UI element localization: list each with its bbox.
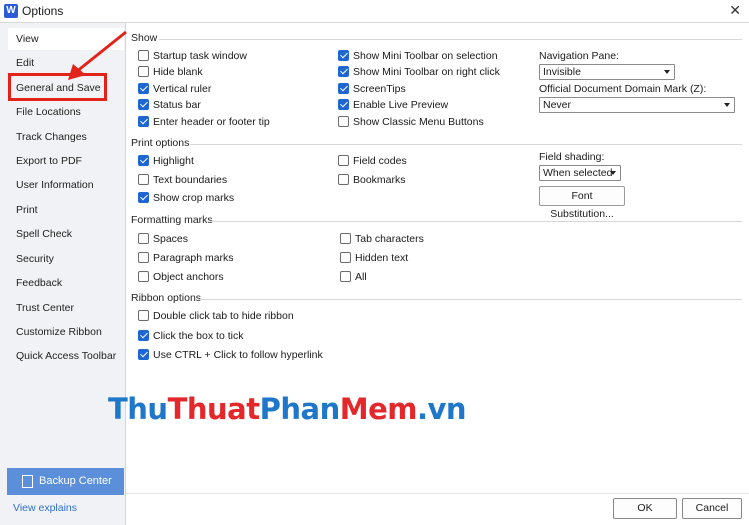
checkbox-box[interactable] — [338, 174, 349, 185]
checkbox-label: Paragraph marks — [153, 252, 234, 264]
checkbox-box[interactable] — [138, 99, 149, 110]
checkbox-label: Enter header or footer tip — [153, 116, 270, 128]
sidebar-item-export-to-pdf[interactable]: Export to PDF — [8, 150, 124, 172]
checkbox-box[interactable] — [338, 155, 349, 166]
checkbox-box[interactable] — [138, 310, 149, 321]
field-shading-select[interactable]: When selected — [539, 165, 621, 181]
word-app-icon: W — [4, 4, 18, 18]
checkbox-label: Enable Live Preview — [353, 99, 449, 111]
ok-button[interactable]: OK — [613, 498, 677, 519]
sidebar-item-file-locations[interactable]: File Locations — [8, 101, 124, 123]
backup-center-button[interactable]: Backup Center — [7, 468, 124, 495]
checkbox-box[interactable] — [338, 116, 349, 127]
sidebar-item-customize-ribbon[interactable]: Customize Ribbon — [8, 321, 124, 343]
checkbox-label: Vertical ruler — [153, 83, 212, 95]
checkbox-box[interactable] — [338, 50, 349, 61]
checkbox-box[interactable] — [138, 83, 149, 94]
section-divider — [198, 299, 742, 300]
checkbox-label: Startup task window — [153, 50, 247, 62]
navigation-pane-label: Navigation Pane: — [539, 50, 619, 62]
field-shading-label: Field shading: — [539, 151, 605, 163]
sidebar-item-user-information[interactable]: User Information — [8, 174, 124, 196]
window-title: Options — [22, 4, 64, 18]
chevron-down-icon — [664, 70, 670, 74]
checkbox-label: Highlight — [153, 155, 194, 167]
checkbox-label: Use CTRL + Click to follow hyperlink — [153, 349, 323, 361]
select-value: Invisible — [543, 66, 581, 78]
navigation-pane-select[interactable]: Invisible — [539, 64, 675, 80]
checkbox-box[interactable] — [138, 233, 149, 244]
cancel-button[interactable]: Cancel — [682, 498, 742, 519]
checkbox-box[interactable] — [138, 192, 149, 203]
title-bar: W Options ✕ — [0, 0, 749, 23]
sidebar-item-print[interactable]: Print — [8, 199, 124, 221]
chevron-down-icon — [610, 171, 616, 175]
checkbox-box[interactable] — [138, 174, 149, 185]
checkbox-label: Show Mini Toolbar on right click — [353, 66, 500, 78]
backup-icon — [22, 475, 33, 488]
select-value: When selected — [543, 167, 613, 179]
checkbox-box[interactable] — [338, 99, 349, 110]
checkbox-box[interactable] — [338, 83, 349, 94]
checkbox-box[interactable] — [138, 349, 149, 360]
checkbox-box[interactable] — [138, 116, 149, 127]
section-heading-ribbon-options: Ribbon options — [131, 292, 202, 304]
sidebar-item-trust-center[interactable]: Trust Center — [8, 297, 124, 319]
section-heading-formatting-marks: Formatting marks — [131, 214, 213, 226]
checkbox-label: Tab characters — [355, 233, 424, 245]
sidebar-item-spell-check[interactable]: Spell Check — [8, 223, 124, 245]
checkbox-label: Hidden text — [355, 252, 409, 264]
font-substitution-button[interactable]: Font Substitution... — [539, 186, 625, 220]
checkbox-box[interactable] — [138, 330, 149, 341]
checkbox-label: Click the box to tick — [153, 330, 244, 342]
checkbox-box[interactable] — [138, 66, 149, 77]
close-icon[interactable]: ✕ — [729, 2, 741, 19]
checkbox-box[interactable] — [338, 66, 349, 77]
sidebar-item-feedback[interactable]: Feedback — [8, 272, 124, 294]
backup-center-label: Backup Center — [39, 475, 112, 487]
checkbox-label: ScreenTips — [353, 83, 406, 95]
checkbox-label: Status bar — [153, 99, 201, 111]
checkbox-label: Show Classic Menu Buttons — [353, 116, 484, 128]
domain-mark-select[interactable]: Never — [539, 97, 735, 113]
watermark-logo: ThuThuatPhanMem.vn — [108, 392, 467, 426]
checkbox-label: Double click tab to hide ribbon — [153, 310, 294, 322]
section-divider — [190, 144, 742, 145]
checkbox-label: Field codes — [353, 155, 407, 167]
checkbox-label: Bookmarks — [353, 174, 406, 186]
domain-mark-label: Official Document Domain Mark (Z): — [539, 83, 707, 95]
annotation-arrow-icon — [68, 30, 127, 80]
section-heading-print-options: Print options — [131, 137, 190, 149]
chevron-down-icon — [724, 103, 730, 107]
checkbox-box[interactable] — [340, 233, 351, 244]
checkbox-label: Show Mini Toolbar on selection — [353, 50, 498, 62]
checkbox-box[interactable] — [138, 271, 149, 282]
checkbox-box[interactable] — [340, 271, 351, 282]
checkbox-label: Hide blank — [153, 66, 203, 78]
footer-divider — [126, 493, 749, 494]
checkbox-label: Object anchors — [153, 271, 224, 283]
checkbox-label: Show crop marks — [153, 192, 235, 204]
checkbox-box[interactable] — [340, 252, 351, 263]
sidebar-item-security[interactable]: Security — [8, 248, 124, 270]
section-divider — [210, 221, 742, 222]
checkbox-box[interactable] — [138, 252, 149, 263]
checkbox-box[interactable] — [138, 50, 149, 61]
sidebar-item-quick-access-toolbar[interactable]: Quick Access Toolbar — [8, 345, 124, 367]
checkbox-label: Spaces — [153, 233, 189, 245]
checkbox-box[interactable] — [138, 155, 149, 166]
section-heading-show: Show — [131, 32, 158, 44]
checkbox-label: Text boundaries — [153, 174, 228, 186]
checkbox-label: All — [355, 271, 367, 283]
section-divider — [159, 39, 742, 40]
view-explains-link[interactable]: View explains — [13, 502, 77, 514]
sidebar-item-track-changes[interactable]: Track Changes — [8, 126, 124, 148]
select-value: Never — [543, 99, 572, 111]
